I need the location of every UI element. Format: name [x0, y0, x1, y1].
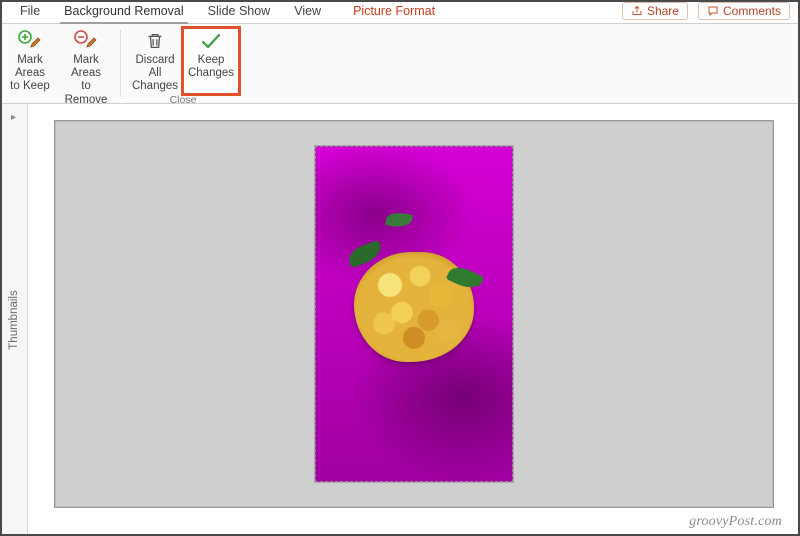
tab-view[interactable]: View	[282, 0, 333, 23]
ribbon-separator	[120, 30, 121, 97]
comments-icon	[707, 5, 719, 17]
mark-areas-to-remove-button[interactable]: Mark Areas to Remove	[58, 28, 114, 107]
tab-background-removal[interactable]: Background Removal	[52, 0, 196, 23]
main-area: ▸ Thumbnails groovyPost.com	[0, 104, 800, 536]
watermark-text: groovyPost.com	[689, 514, 782, 530]
mark-areas-to-keep-button[interactable]: Mark Areas to Keep	[2, 28, 58, 107]
ribbon-group-close: Discard All Changes Keep Changes Close	[125, 24, 241, 103]
pencil-minus-icon	[72, 30, 100, 52]
thumbnails-label: Thumbnails	[8, 290, 20, 349]
trash-icon	[141, 30, 169, 52]
comments-label: Comments	[723, 4, 781, 18]
tab-file[interactable]: File	[8, 0, 52, 23]
discard-label: Discard All Changes	[129, 54, 181, 94]
share-label: Share	[647, 4, 679, 18]
expand-thumbnails-icon[interactable]: ▸	[11, 112, 16, 123]
selected-picture[interactable]	[315, 146, 513, 482]
mark-keep-label: Mark Areas to Keep	[4, 54, 56, 94]
tab-strip: File Background Removal Slide Show View …	[0, 0, 800, 24]
slide-canvas-area: groovyPost.com	[28, 104, 800, 536]
discard-all-changes-button[interactable]: Discard All Changes	[127, 28, 183, 94]
share-button[interactable]: Share	[622, 2, 688, 20]
tab-slide-show[interactable]: Slide Show	[196, 0, 283, 23]
mark-remove-label: Mark Areas to Remove	[60, 54, 112, 107]
leaf-shape	[385, 211, 413, 228]
keep-label: Keep Changes	[188, 54, 234, 80]
pencil-plus-icon	[16, 30, 44, 52]
slide[interactable]	[54, 120, 774, 508]
top-right-actions: Share Comments	[622, 2, 790, 20]
ribbon-group-refine: Mark Areas to Keep Mark Areas to Remove …	[0, 24, 116, 103]
keep-changes-button[interactable]: Keep Changes	[183, 28, 239, 94]
comments-button[interactable]: Comments	[698, 2, 790, 20]
ribbon: Mark Areas to Keep Mark Areas to Remove …	[0, 24, 800, 104]
tab-picture-format[interactable]: Picture Format	[341, 0, 447, 23]
share-icon	[631, 5, 643, 17]
thumbnails-panel[interactable]: ▸ Thumbnails	[0, 104, 28, 536]
checkmark-icon	[197, 30, 225, 52]
